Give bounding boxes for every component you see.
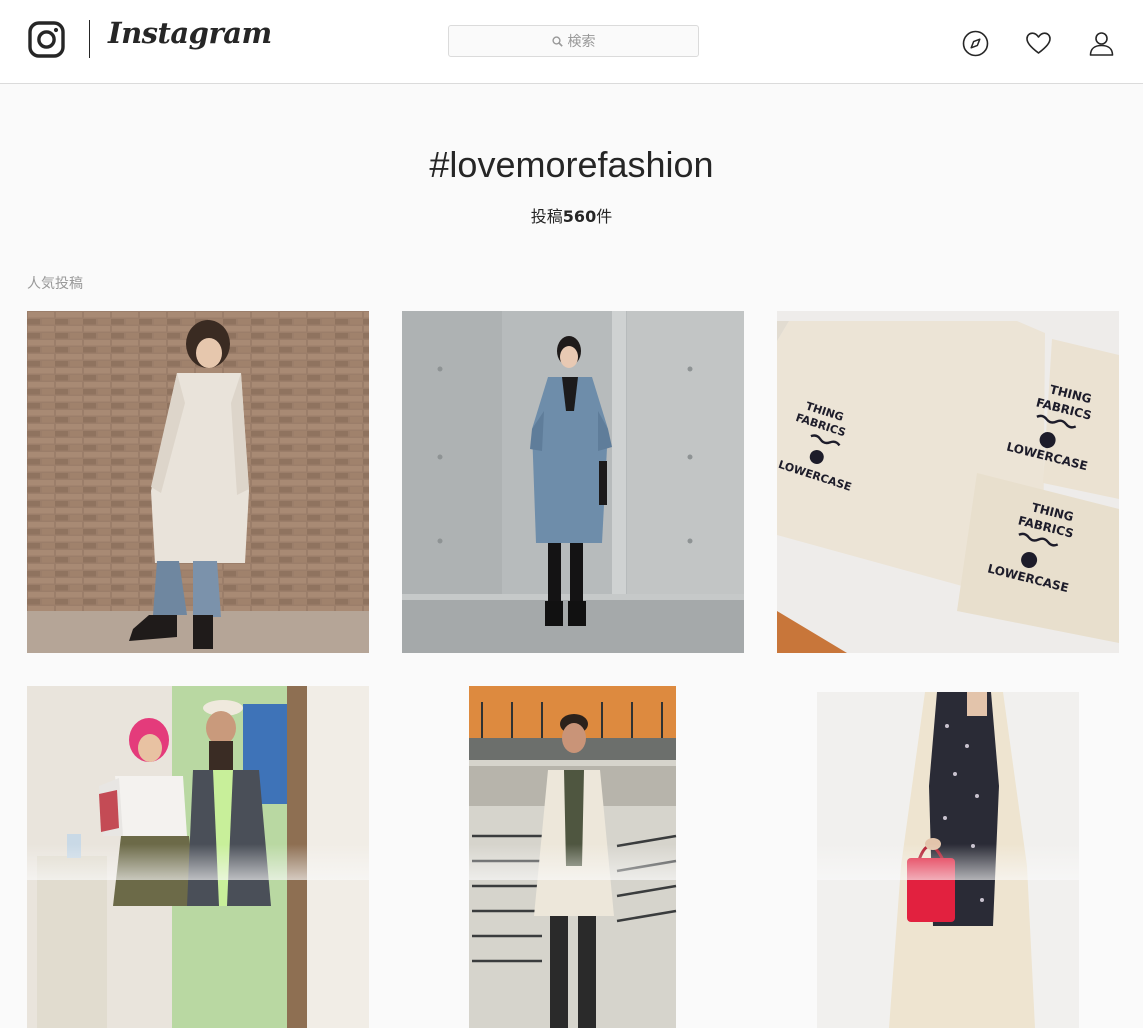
post-image — [777, 686, 1119, 1028]
post-image: THING FABRICS LOWERCASE THING FABRICS LO… — [777, 311, 1119, 653]
top-posts-label: 人気投稿 — [27, 276, 83, 292]
post-thumbnail[interactable] — [27, 311, 369, 653]
logo-divider — [89, 20, 90, 58]
heart-icon[interactable] — [1025, 30, 1052, 57]
compass-icon[interactable] — [962, 30, 989, 57]
search-input[interactable]: 検索 — [448, 25, 699, 57]
post-count-suffix: 件 — [596, 207, 613, 226]
search-placeholder: 検索 — [567, 34, 596, 50]
user-icon[interactable] — [1088, 30, 1115, 57]
post-thumbnail[interactable]: THING FABRICS LOWERCASE THING FABRICS LO… — [777, 311, 1119, 653]
post-image — [27, 686, 369, 1028]
post-count-prefix: 投稿 — [530, 207, 563, 226]
post-image — [27, 311, 369, 653]
post-count-number: 560 — [562, 207, 597, 226]
instagram-wordmark-logo[interactable]: Instagram — [108, 16, 272, 50]
post-thumbnail[interactable] — [402, 311, 744, 653]
post-thumbnail[interactable] — [27, 686, 369, 1028]
post-thumbnail[interactable] — [402, 686, 744, 1028]
post-image — [402, 686, 744, 1028]
post-thumbnail[interactable] — [777, 686, 1119, 1028]
hashtag-title: #lovemorefashion — [429, 144, 714, 185]
top-navigation-bar: Instagram 検索 — [0, 0, 1143, 84]
post-image — [402, 311, 744, 653]
post-count: 投稿560件 — [0, 203, 1143, 227]
instagram-camera-icon[interactable] — [28, 21, 65, 58]
search-icon — [551, 35, 563, 47]
